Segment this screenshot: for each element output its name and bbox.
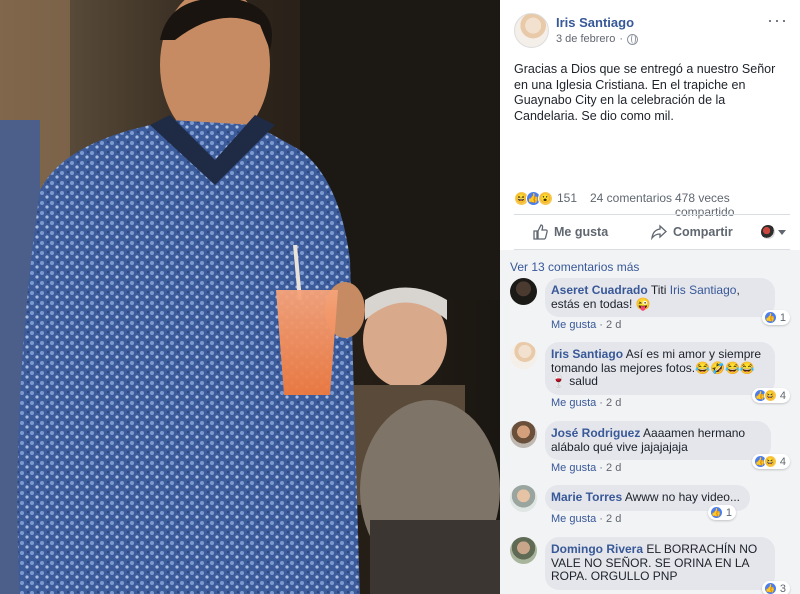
more-options-icon[interactable]: ··· [767, 11, 788, 29]
like-button[interactable]: Me gusta [532, 224, 608, 240]
comment-reactions[interactable]: 👍 3 [761, 581, 790, 594]
post-header: Iris Santiago 3 de febrero · ··· [514, 11, 790, 49]
like-reaction-icon: 👍 [763, 311, 777, 324]
commenter-name[interactable]: José Rodriguez [551, 426, 640, 440]
post-stats: 😆 👍 😮 151 24 comentarios 478 veces compa… [514, 190, 790, 219]
comment-like-link[interactable]: Me gusta [551, 397, 596, 409]
share-button-label: Compartir [673, 225, 733, 239]
reaction-count: 1 [725, 506, 732, 519]
comment-bubble: Iris Santiago Así es mi amor y siempre t… [545, 342, 775, 395]
comment-meta: Me gusta · 2 d [551, 462, 622, 474]
reaction-count: 3 [779, 582, 786, 594]
commenter-name[interactable]: Marie Torres [551, 490, 622, 504]
comment-like-link[interactable]: Me gusta [551, 513, 596, 525]
share-arrow-icon [651, 224, 667, 240]
like-button-label: Me gusta [554, 225, 609, 239]
haha-emoji-icon: 😆 [763, 389, 777, 402]
commenter-name[interactable]: Iris Santiago [551, 347, 623, 361]
comment-meta: Me gusta · 2 d [551, 397, 622, 409]
like-thumb-icon [533, 224, 548, 240]
comment-like-link[interactable]: Me gusta [551, 462, 596, 474]
comment-meta: Me gusta · 2 d [551, 513, 622, 525]
comments-section: Ver 13 comentarios más Aseret Cuadrado T… [500, 250, 800, 594]
comment: Domingo Rivera EL BORRACHÍN NO VALE NO S… [510, 537, 790, 594]
reaction-icons[interactable]: 😆 👍 😮 [514, 191, 553, 206]
post-meta: 3 de febrero · [556, 33, 638, 45]
comment-reactions[interactable]: 👍 1 [761, 310, 790, 325]
comment-text: Titi [650, 283, 667, 297]
view-more-comments-link[interactable]: Ver 13 comentarios más [510, 260, 639, 274]
post-photo[interactable] [0, 0, 500, 594]
comment-bubble: Domingo Rivera EL BORRACHÍN NO VALE NO S… [545, 537, 775, 590]
author-avatar[interactable] [514, 13, 549, 48]
reaction-count: 4 [779, 455, 786, 468]
post-date[interactable]: 3 de febrero [556, 33, 615, 45]
comment-like-link[interactable]: Me gusta [551, 319, 596, 331]
commenter-avatar[interactable] [510, 485, 537, 512]
wow-emoji-icon: 😮 [538, 191, 553, 206]
author-name[interactable]: Iris Santiago [556, 15, 634, 30]
photo-illustration [0, 0, 500, 594]
commenter-name[interactable]: Domingo Rivera [551, 542, 643, 556]
commenter-name[interactable]: Aseret Cuadrado [551, 283, 648, 297]
share-button[interactable]: Compartir [651, 224, 733, 240]
comment-age[interactable]: 2 d [606, 462, 621, 474]
tagged-user[interactable]: Iris Santiago [670, 283, 737, 297]
comment-bubble: Aseret Cuadrado Titi Iris Santiago, está… [545, 278, 775, 317]
haha-emoji-icon: 😆 [763, 455, 777, 468]
post-actions: Me gusta Compartir [514, 218, 790, 248]
reaction-count: 1 [779, 311, 786, 324]
comment: Aseret Cuadrado Titi Iris Santiago, está… [510, 278, 790, 334]
commenter-avatar[interactable] [510, 537, 537, 564]
comment: Iris Santiago Así es mi amor y siempre t… [510, 342, 790, 414]
post-text: Gracias a Dios que se entregó a nuestro … [514, 62, 776, 123]
comment-bubble: José Rodriguez Aaaamen hermano alábalo q… [545, 421, 771, 460]
comment-meta: Me gusta · 2 d [551, 319, 622, 331]
like-reaction-icon: 👍 [709, 506, 723, 519]
comment-age[interactable]: 2 d [606, 513, 621, 525]
comment-age[interactable]: 2 d [606, 397, 621, 409]
comment-reactions[interactable]: 👍 😆 4 [751, 388, 790, 403]
globe-icon [627, 33, 638, 45]
comment: Marie Torres Awww no hay video... 👍 1 Me… [510, 485, 790, 527]
reaction-count[interactable]: 151 [557, 191, 577, 205]
commenter-avatar[interactable] [510, 278, 537, 305]
commenter-avatar[interactable] [510, 421, 537, 448]
comment-reactions[interactable]: 👍 😆 4 [751, 454, 790, 469]
divider [514, 214, 790, 215]
post-panel: Iris Santiago 3 de febrero · ··· Gracias… [500, 0, 800, 594]
comment-reactions[interactable]: 👍 1 [707, 505, 736, 520]
comment-text: Awww no hay video... [624, 490, 740, 504]
like-reaction-icon: 👍 [763, 582, 777, 594]
comment-age[interactable]: 2 d [606, 319, 621, 331]
profile-mini-avatar [761, 225, 775, 239]
reaction-count: 4 [779, 389, 786, 402]
chevron-down-icon [778, 229, 786, 235]
comment: José Rodriguez Aaaamen hermano alábalo q… [510, 421, 790, 477]
commenter-avatar[interactable] [510, 342, 537, 369]
choose-profile-button[interactable] [761, 225, 786, 239]
comments-count[interactable]: 24 comentarios [590, 191, 672, 205]
